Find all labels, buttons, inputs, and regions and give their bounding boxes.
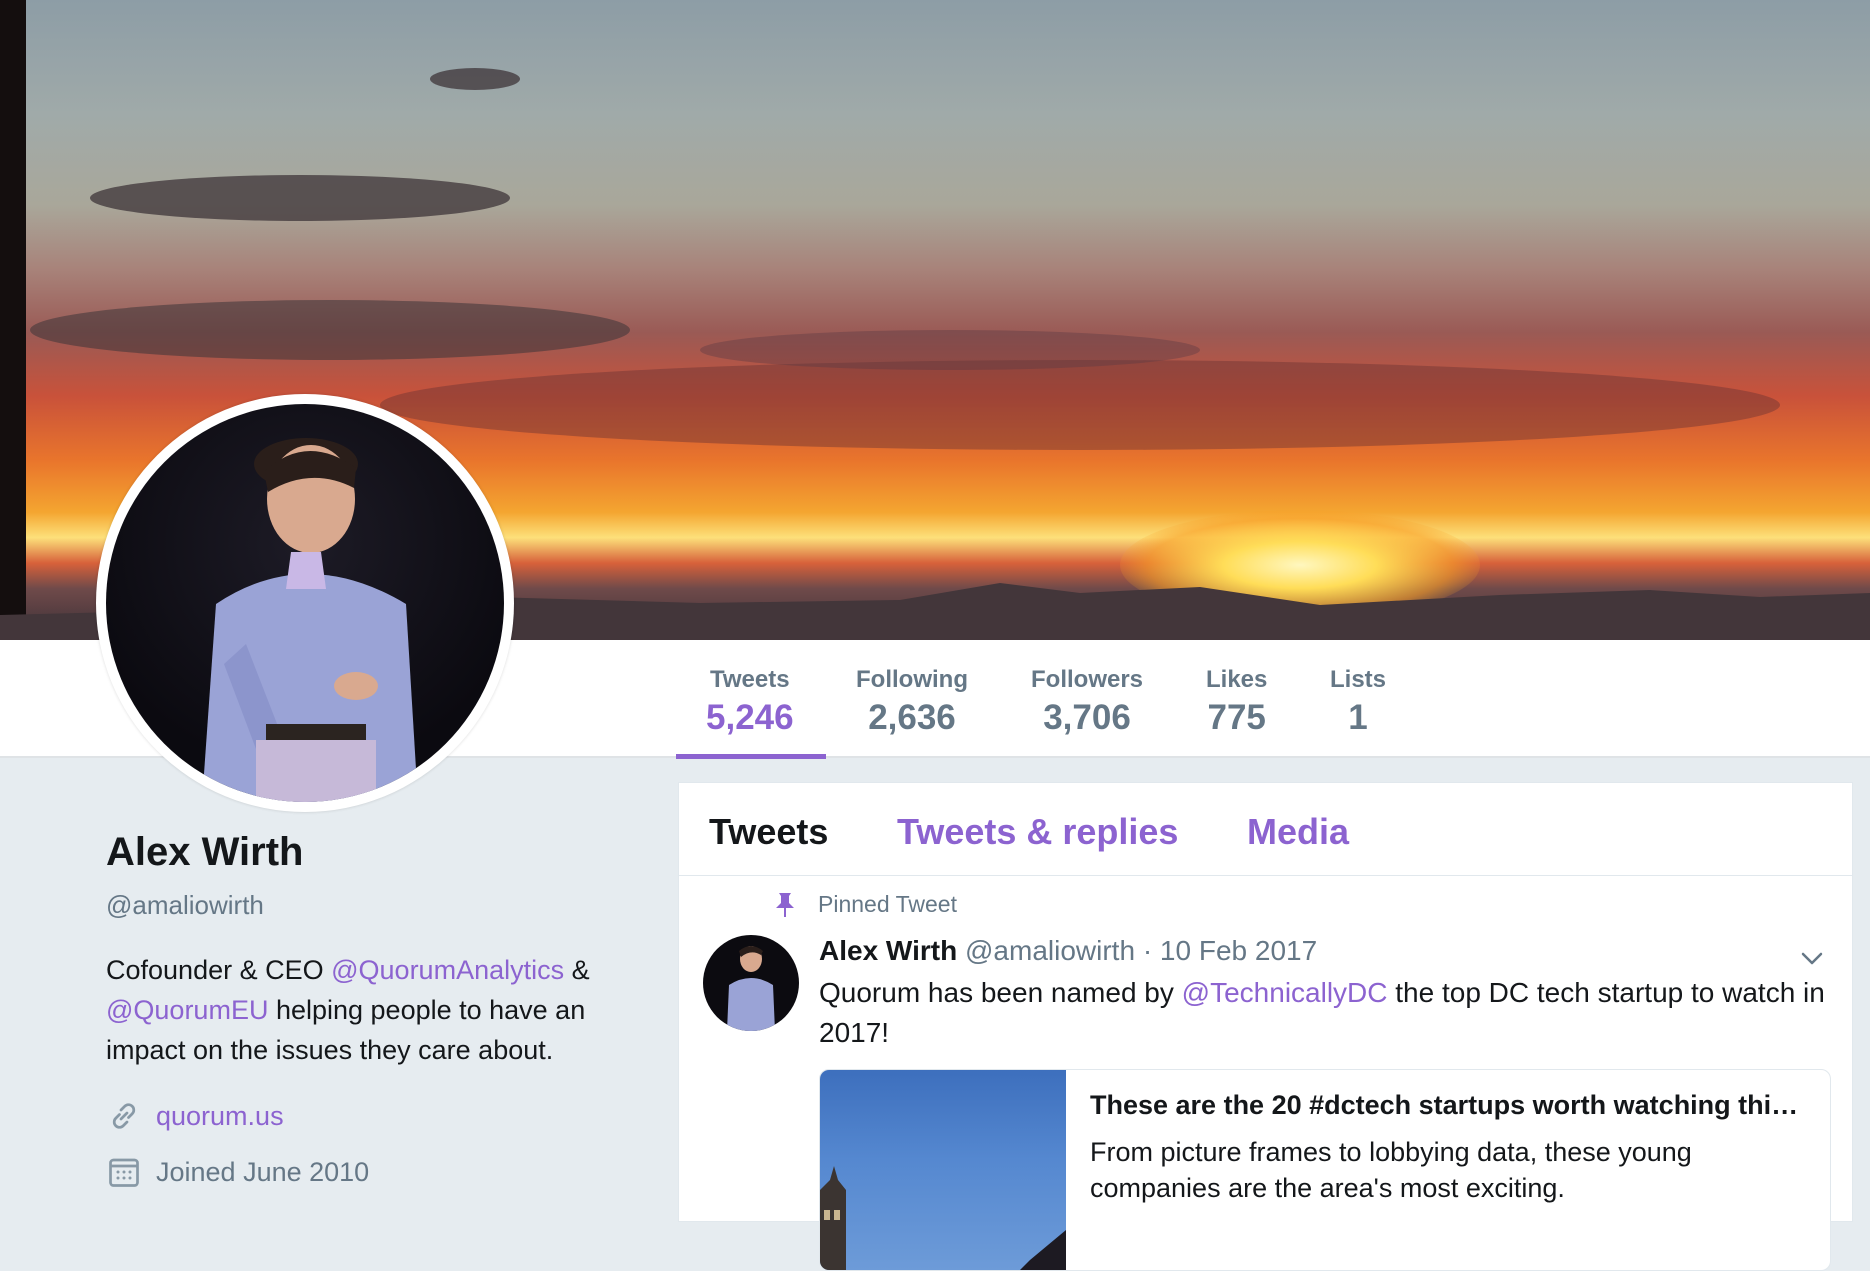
profile-website-row: quorum.us — [106, 1098, 284, 1134]
card-description: From picture frames to lobbying data, th… — [1090, 1137, 1692, 1203]
avatar[interactable] — [106, 404, 504, 802]
stat-label: Tweets — [710, 666, 790, 693]
bio-mention-link[interactable]: @QuorumEU — [106, 995, 268, 1025]
card-title: These are the 20 #dctech startups worth … — [1090, 1090, 1810, 1120]
banner-cloud — [30, 300, 630, 360]
tweet-avatar[interactable] — [703, 935, 799, 1031]
card-image — [820, 1070, 1066, 1270]
link-preview-card[interactable]: These are the 20 #dctech startups worth … — [819, 1069, 1831, 1271]
tweet-text: Quorum has been named by @TechnicallyDC … — [819, 973, 1829, 1053]
stat-label: Following — [856, 666, 968, 693]
stat-label: Lists — [1330, 666, 1387, 693]
banner-cloud — [380, 360, 1780, 450]
pin-icon — [776, 892, 794, 917]
avatar-person-image — [202, 438, 418, 802]
timeline: Tweets Tweets & replies Media Pinned Twe… — [678, 782, 1853, 1271]
banner-cloud — [700, 330, 1200, 370]
profile-handle: @amaliowirth — [106, 890, 264, 920]
profile-display-name[interactable]: Alex Wirth — [106, 830, 303, 875]
stat-label: Followers — [1031, 666, 1144, 693]
stat-label: Likes — [1206, 666, 1268, 693]
stat-likes[interactable]: Likes 775 — [1206, 662, 1267, 738]
pinned-tweet-context: Pinned Tweet — [774, 891, 957, 918]
tweet-author-name[interactable]: Alex Wirth — [819, 935, 957, 966]
profile-bio: Cofounder & CEO @QuorumAnalytics & @Quor… — [106, 950, 626, 1070]
tab-tweets[interactable]: Tweets — [709, 811, 828, 853]
tweet-author-handle[interactable]: @amaliowirth — [965, 935, 1135, 966]
stat-value: 775 — [1207, 698, 1266, 737]
bio-text: & — [564, 955, 590, 985]
profile-joined-row: Joined June 2010 — [106, 1154, 369, 1190]
tweet-mention-link[interactable]: @TechnicallyDC — [1182, 977, 1388, 1008]
tweet-timestamp[interactable]: · 10 Feb 2017 — [1143, 935, 1317, 966]
stat-followers[interactable]: Followers 3,706 — [1031, 662, 1143, 738]
stat-value: 1 — [1348, 698, 1368, 737]
card-building-image — [820, 1166, 1066, 1270]
calendar-icon — [109, 1158, 139, 1187]
banner-cloud — [430, 68, 520, 90]
timeline-tabs: Tweets Tweets & replies Media — [679, 783, 1852, 876]
chevron-down-icon[interactable] — [1797, 943, 1827, 973]
bio-text: Cofounder & CEO — [106, 955, 332, 985]
active-stat-underline — [676, 754, 826, 759]
banner-cloud — [90, 175, 510, 221]
bio-mention-link[interactable]: @QuorumAnalytics — [331, 955, 564, 985]
stat-value: 2,636 — [868, 698, 956, 737]
stat-following[interactable]: Following 2,636 — [856, 662, 968, 738]
profile-website-link[interactable]: quorum.us — [156, 1101, 284, 1132]
stat-tweets[interactable]: Tweets 5,246 — [706, 662, 794, 738]
tab-tweets-and-replies[interactable]: Tweets & replies — [897, 811, 1178, 853]
tweet-header: Alex Wirth @amaliowirth · 10 Feb 2017 — [819, 933, 1317, 969]
link-icon — [112, 1103, 136, 1129]
tweet-text-part: Quorum has been named by — [819, 977, 1182, 1008]
stat-value: 5,246 — [706, 698, 794, 737]
profile-joined-date: Joined June 2010 — [156, 1156, 370, 1187]
banner-left-edge — [0, 0, 26, 640]
tweet-avatar-image — [727, 946, 775, 1031]
tab-media[interactable]: Media — [1247, 811, 1349, 853]
pinned-tweet-label: Pinned Tweet — [818, 891, 957, 917]
stat-lists[interactable]: Lists 1 — [1330, 662, 1386, 738]
stat-value: 3,706 — [1043, 698, 1131, 737]
